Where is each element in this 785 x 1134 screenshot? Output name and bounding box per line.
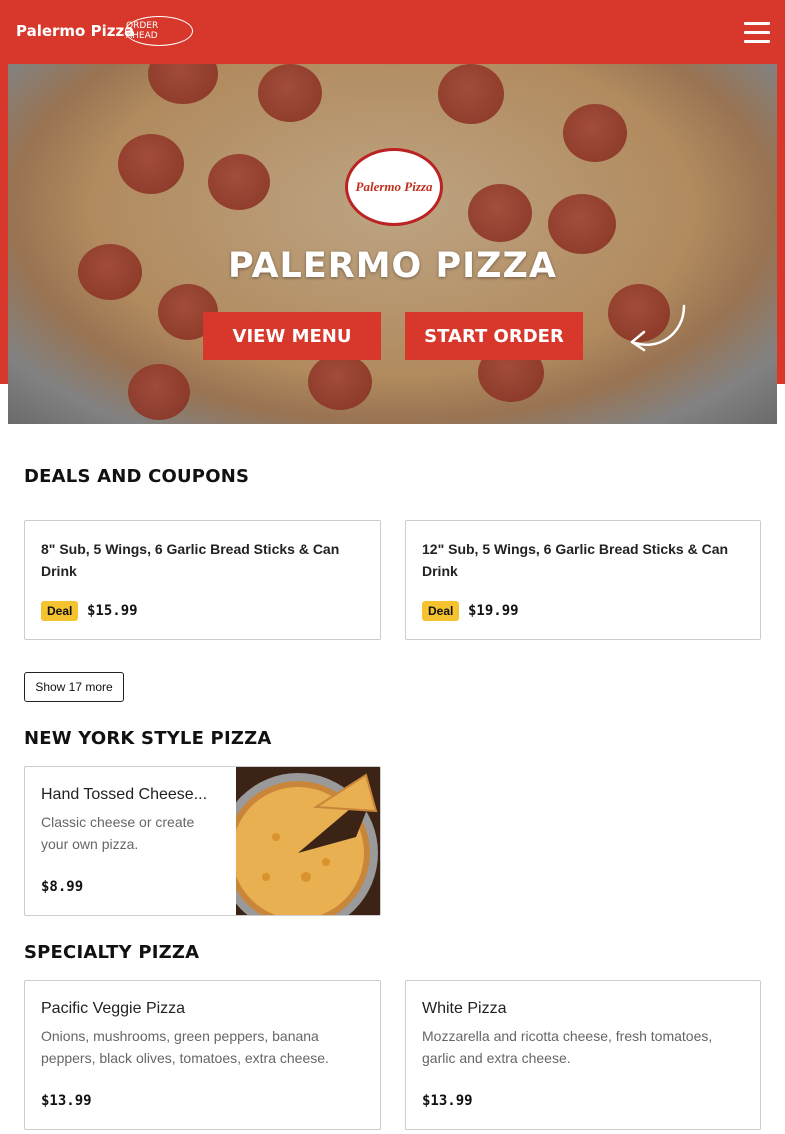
deal-name: 12" Sub, 5 Wings, 6 Garlic Bread Sticks … <box>422 541 729 579</box>
item-price: $13.99 <box>41 1093 92 1109</box>
item-description: Mozzarella and ricotta cheese, fresh tom… <box>422 1028 713 1066</box>
order-ahead-badge: ORDER AHEAD <box>125 16 193 46</box>
logo: Palermo Pizza <box>345 148 443 226</box>
item-description: Onions, mushrooms, green peppers, banana… <box>41 1028 329 1066</box>
deal-card[interactable]: 8" Sub, 5 Wings, 6 Garlic Bread Sticks &… <box>24 520 381 640</box>
hamburger-icon[interactable] <box>744 22 770 44</box>
deal-badge: Deal <box>41 601 79 621</box>
specialty-pizza-title: SPECIALTY PIZZA <box>24 942 200 963</box>
deal-badge: Deal <box>422 601 460 621</box>
logo-text: Palermo Pizza <box>355 179 433 194</box>
hero-banner: Palermo Pizza PALERMO PIZZA VIEW MENU ST… <box>8 64 777 424</box>
item-name: White Pizza <box>422 1000 507 1017</box>
item-name: Hand Tossed Cheese... <box>41 786 208 803</box>
deals-title: DEALS AND COUPONS <box>24 466 250 487</box>
cheese-pizza-image <box>236 767 380 915</box>
start-order-button[interactable]: START ORDER <box>405 312 583 360</box>
deal-price: $19.99 <box>468 603 519 619</box>
menu-item-card[interactable]: Pacific Veggie Pizza Onions, mushrooms, … <box>24 980 381 1130</box>
view-menu-button[interactable]: VIEW MENU <box>203 312 381 360</box>
curved-arrow-icon <box>630 304 686 352</box>
item-description: Classic cheese or create your own pizza. <box>41 814 195 852</box>
menu-item-card[interactable]: White Pizza Mozzarella and ricotta chees… <box>405 980 761 1130</box>
deal-card[interactable]: 12" Sub, 5 Wings, 6 Garlic Bread Sticks … <box>405 520 761 640</box>
ny-pizza-title: NEW YORK STYLE PIZZA <box>24 728 272 749</box>
show-more-button[interactable]: Show 17 more <box>24 672 124 702</box>
item-price: $13.99 <box>422 1093 473 1109</box>
brand-name[interactable]: Palermo Pizza <box>16 22 134 40</box>
deal-price: $15.99 <box>87 603 138 619</box>
menu-item-card[interactable]: Hand Tossed Cheese... Classic cheese or … <box>24 766 381 916</box>
hero-title: PALERMO PIZZA <box>228 246 557 286</box>
item-price: $8.99 <box>41 879 84 895</box>
deal-name: 8" Sub, 5 Wings, 6 Garlic Bread Sticks &… <box>41 541 340 579</box>
item-name: Pacific Veggie Pizza <box>41 1000 186 1017</box>
